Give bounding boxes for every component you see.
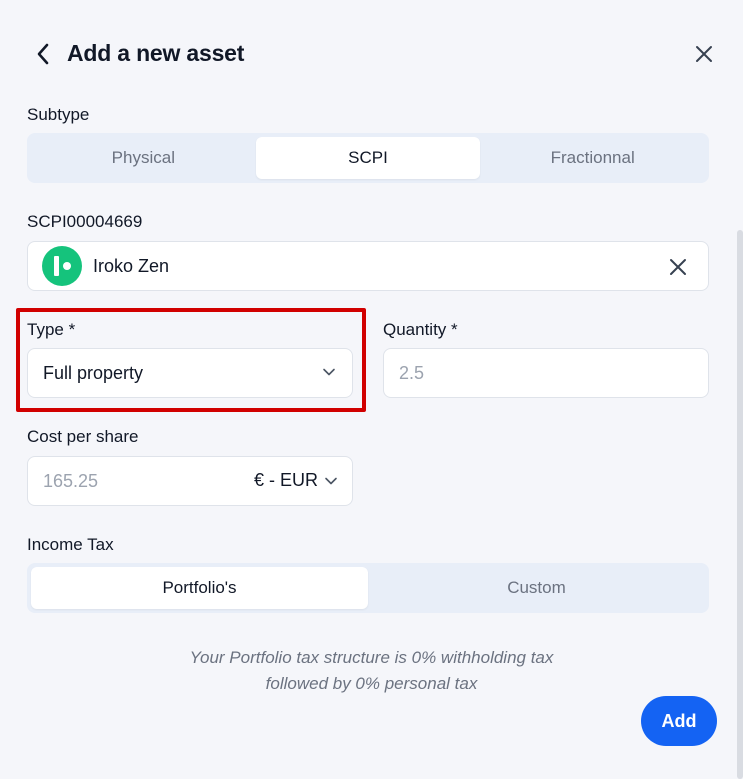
scrollbar[interactable] [737,230,743,779]
income-tax-option-custom[interactable]: Custom [368,567,705,609]
back-button[interactable] [30,40,56,68]
close-icon [670,259,686,275]
cost-per-share-input[interactable]: 165.25 € - EUR [27,456,353,506]
close-icon [696,46,712,62]
income-tax-option-portfolio[interactable]: Portfolio's [31,567,368,609]
subtype-option-scpi[interactable]: SCPI [255,137,481,179]
chevron-down-icon [323,368,335,376]
dialog-header: Add a new asset [0,0,743,108]
tax-note-line-1: Your Portfolio tax structure is 0% withh… [189,648,554,667]
cost-per-share-label: Cost per share [27,427,139,446]
type-label: Type * [27,320,76,339]
quantity-label: Quantity * [383,320,458,339]
cost-placeholder: 165.25 [43,470,99,491]
asset-selector[interactable]: Iroko Zen [27,241,709,291]
quantity-input[interactable]: 2.5 [383,348,709,398]
currency-value: € - EUR [253,470,318,490]
subtype-segmented-control: Physical SCPI Fractionnal [27,133,709,183]
tax-structure-note: Your Portfolio tax structure is 0% withh… [0,645,743,697]
asset-logo [42,246,82,286]
dialog-title: Add a new asset [67,40,245,66]
chevron-down-icon [325,477,337,484]
add-button[interactable]: Add [641,696,717,746]
asset-code-label: SCPI00004669 [27,212,143,231]
subtype-option-physical[interactable]: Physical [31,137,256,179]
close-button[interactable] [690,40,718,68]
income-tax-segmented-control: Portfolio's Custom [27,563,709,613]
tax-note-line-2: followed by 0% personal tax [265,674,478,693]
type-select-value: Full property [43,362,144,383]
income-tax-label: Income Tax [27,535,114,554]
chevron-left-icon [37,43,49,65]
asset-clear-button[interactable] [666,255,690,279]
quantity-placeholder: 2.5 [399,362,425,383]
asset-name: Iroko Zen [93,255,170,276]
currency-select[interactable]: € - EUR [254,470,338,491]
type-select[interactable]: Full property [27,348,353,398]
subtype-option-fractionnal[interactable]: Fractionnal [480,137,705,179]
subtype-label: Subtype [27,105,90,124]
